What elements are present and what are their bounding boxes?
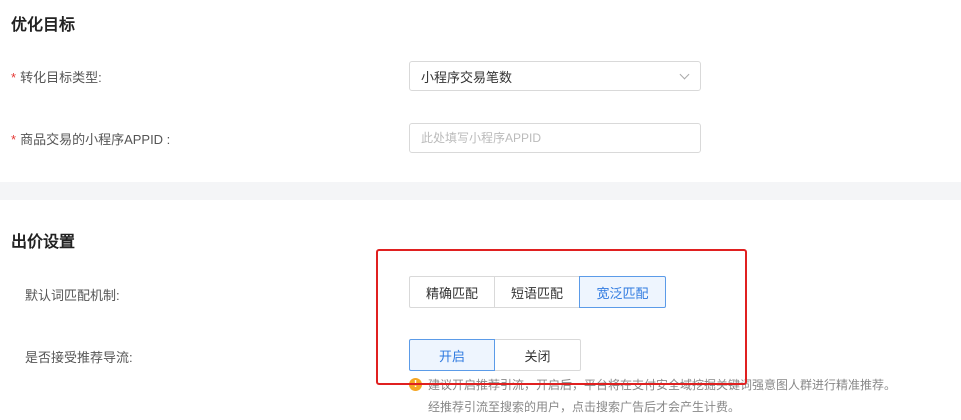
appid-label-text: 商品交易的小程序APPID : <box>20 132 171 147</box>
section-title-optimization: 优化目标 <box>11 17 76 34</box>
match-mode-group: 精确匹配 短语匹配 宽泛匹配 <box>409 276 666 308</box>
appid-label: * 商品交易的小程序APPID : <box>11 129 170 148</box>
required-mark: * <box>11 70 17 85</box>
conversion-type-select[interactable]: 小程序交易笔数 <box>409 61 701 91</box>
match-mode-label: 默认词匹配机制: <box>25 288 120 303</box>
required-mark: * <box>11 132 17 147</box>
hint-line-1: 建议开启推荐引流，开启后，平台将在支付安全域挖掘关键词强意图人群进行精准推荐。 <box>428 378 897 392</box>
recommend-traffic-label: 是否接受推荐导流: <box>25 350 133 365</box>
conversion-type-value: 小程序交易笔数 <box>421 69 513 85</box>
section-title-bidding: 出价设置 <box>11 234 76 251</box>
recommend-on-button[interactable]: 开启 <box>409 339 495 371</box>
conversion-type-label-text: 转化目标类型: <box>20 70 102 85</box>
warning-icon: ! <box>409 378 422 391</box>
appid-input[interactable] <box>409 123 701 153</box>
section-divider <box>0 182 961 200</box>
optimization-section: 优化目标 * 转化目标类型: 小程序交易笔数 * 商品交易的小程序APPID : <box>0 0 961 182</box>
recommend-off-button[interactable]: 关闭 <box>494 339 581 371</box>
match-phrase-button[interactable]: 短语匹配 <box>494 276 580 308</box>
match-broad-button[interactable]: 宽泛匹配 <box>579 276 666 308</box>
hint-line-2: 经推荐引流至搜索的用户，点击搜索广告后才会产生计费。 <box>428 400 741 414</box>
conversion-type-label: * 转化目标类型: <box>11 67 102 86</box>
recommend-hint: ! 建议开启推荐引流，开启后，平台将在支付安全域挖掘关键词强意图人群进行精准推荐… <box>409 374 961 418</box>
match-exact-button[interactable]: 精确匹配 <box>409 276 495 308</box>
recommend-traffic-group: 开启 关闭 <box>409 339 581 371</box>
chevron-down-icon <box>679 69 690 80</box>
